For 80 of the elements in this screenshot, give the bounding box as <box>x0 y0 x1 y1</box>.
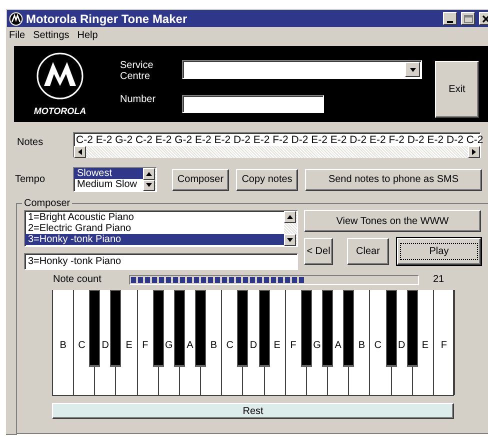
delete-button[interactable]: < Del <box>304 238 333 265</box>
copy-notes-button[interactable]: Copy notes <box>236 168 298 190</box>
key-label: F <box>440 340 447 351</box>
sharp-key[interactable] <box>300 290 312 367</box>
key-label: B <box>60 340 66 351</box>
tempo-list[interactable]: Slowest Medium Slow <box>73 167 157 192</box>
sharp-key[interactable] <box>406 290 418 367</box>
instrument-option[interactable]: 1=Bright Acoustic Piano <box>25 212 284 223</box>
key-label: D <box>250 340 258 351</box>
key-label: G <box>313 340 321 351</box>
key-label: E <box>274 340 280 351</box>
minimize-icon <box>447 20 453 22</box>
service-centre-dropdown[interactable] <box>182 60 422 79</box>
menu-item[interactable]: Help <box>77 30 98 42</box>
key-label: C <box>78 340 86 351</box>
instrument-list[interactable]: 1=Bright Acoustic Piano 2=Electric Grand Piano 3=Honky -tonk Piano <box>24 210 298 247</box>
down-arrow-icon <box>145 181 153 190</box>
tempo-option[interactable]: Medium Slow <box>74 179 143 190</box>
sharp-key[interactable] <box>89 290 100 367</box>
view-tones-button[interactable]: View Tones on the WWW <box>304 210 481 232</box>
up-arrow-icon <box>286 213 294 221</box>
key-label: F <box>290 340 296 351</box>
key-label: C <box>374 340 382 351</box>
key-label: G <box>164 340 173 351</box>
down-arrow-icon <box>286 236 294 244</box>
instrument-option[interactable]: 2=Electric Grand Piano <box>25 223 284 234</box>
sharp-key[interactable] <box>195 290 206 367</box>
number-label: Number <box>120 94 157 105</box>
sharp-key[interactable] <box>152 290 164 367</box>
key-label: A <box>186 340 194 351</box>
notes-label: Notes <box>17 137 44 148</box>
send-sms-button[interactable]: Send notes to phone as SMS <box>305 168 482 190</box>
key-label: E <box>422 340 429 351</box>
service-centre-label: Service Centre <box>120 60 154 82</box>
scrollbar[interactable] <box>143 168 156 191</box>
scrollbar[interactable] <box>74 146 480 158</box>
note-count-value: 21 <box>433 274 444 285</box>
key-label: D <box>102 340 109 351</box>
logo-icon <box>35 52 85 100</box>
instrument-field[interactable]: 3=Honky -tonk Piano <box>24 253 298 270</box>
left-arrow-icon <box>76 148 84 156</box>
key-label: B <box>210 340 217 351</box>
sharp-key[interactable] <box>258 290 270 367</box>
right-arrow-icon <box>470 148 478 156</box>
logo-icon <box>9 12 23 26</box>
key-label: E <box>126 340 132 351</box>
maximize-button[interactable] <box>461 12 475 25</box>
sharp-key[interactable] <box>343 290 354 367</box>
key-label: F <box>142 340 148 351</box>
sharp-key[interactable] <box>110 290 122 367</box>
sharp-key[interactable] <box>237 290 248 367</box>
key-label: D <box>398 340 406 351</box>
key-label: B <box>358 340 366 351</box>
key-label: C <box>226 340 234 351</box>
scrollbar[interactable] <box>284 211 297 246</box>
clear-button[interactable]: Clear <box>347 238 389 265</box>
key-label: A <box>334 340 342 351</box>
tempo-option[interactable]: Slowest <box>74 168 143 179</box>
tempo-label: Tempo <box>15 174 46 185</box>
minimize-button[interactable] <box>443 12 457 25</box>
menu-item[interactable]: File <box>9 30 26 42</box>
rest-button[interactable]: Rest <box>52 403 454 419</box>
sharp-key[interactable] <box>174 290 185 367</box>
logo-text: MOTOROLA <box>34 106 86 116</box>
menu-item[interactable]: Settings <box>33 30 70 42</box>
up-arrow-icon <box>145 170 153 178</box>
close-icon <box>482 14 488 22</box>
exit-button[interactable]: Exit <box>435 61 479 118</box>
window-title: Motorola Ringer Tone Maker <box>26 12 188 26</box>
sharp-key[interactable] <box>386 290 397 367</box>
composer-button[interactable]: Composer <box>172 168 229 190</box>
sharp-key[interactable] <box>322 290 334 367</box>
play-button[interactable]: Play <box>397 238 481 265</box>
note-count-label: Note count <box>53 274 102 285</box>
maximize-icon <box>464 14 472 22</box>
group-title: Composer <box>23 198 72 209</box>
number-field[interactable] <box>182 95 324 113</box>
caret-icon <box>408 66 416 74</box>
notes-field[interactable]: C-2 E-2 G-2 C-2 E-2 G-2 E-2 E-2 D-2 E-2 F-2 D-2 E-2 E-2 D-2 E-2 F-2 D-2 E-2 D-2 C-2 <box>73 132 481 158</box>
instrument-option[interactable]: 3=Honky -tonk Piano <box>25 234 284 245</box>
